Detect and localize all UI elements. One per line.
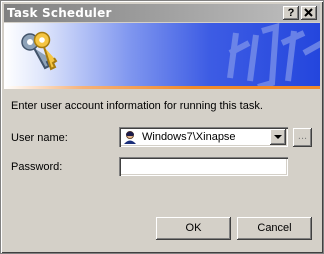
keys-icon xyxy=(21,31,58,71)
browse-button[interactable]: ... xyxy=(293,128,312,147)
username-combobox[interactable]: Windows7\Xinapse xyxy=(119,127,288,147)
window-title: Task Scheduler xyxy=(7,6,112,20)
username-label: User name: xyxy=(11,132,68,144)
help-button[interactable]: ? xyxy=(283,6,299,20)
header-banner xyxy=(4,23,320,86)
close-icon xyxy=(304,8,313,17)
title-bar[interactable]: Task Scheduler ? xyxy=(4,4,320,22)
chevron-down-icon xyxy=(274,135,282,139)
close-button[interactable] xyxy=(301,6,317,20)
user-icon xyxy=(124,131,136,144)
password-label: Password: xyxy=(11,161,63,173)
cancel-button[interactable]: Cancel xyxy=(237,217,312,240)
password-field[interactable] xyxy=(119,157,288,176)
username-value: Windows7\Xinapse xyxy=(142,131,236,143)
header-stripe xyxy=(4,86,320,89)
ok-button[interactable]: OK xyxy=(156,217,231,240)
task-scheduler-dialog: Task Scheduler ? Enter user account info… xyxy=(0,0,324,254)
instruction-text: Enter user account information for runni… xyxy=(11,100,263,112)
username-dropdown-button[interactable] xyxy=(270,129,286,145)
